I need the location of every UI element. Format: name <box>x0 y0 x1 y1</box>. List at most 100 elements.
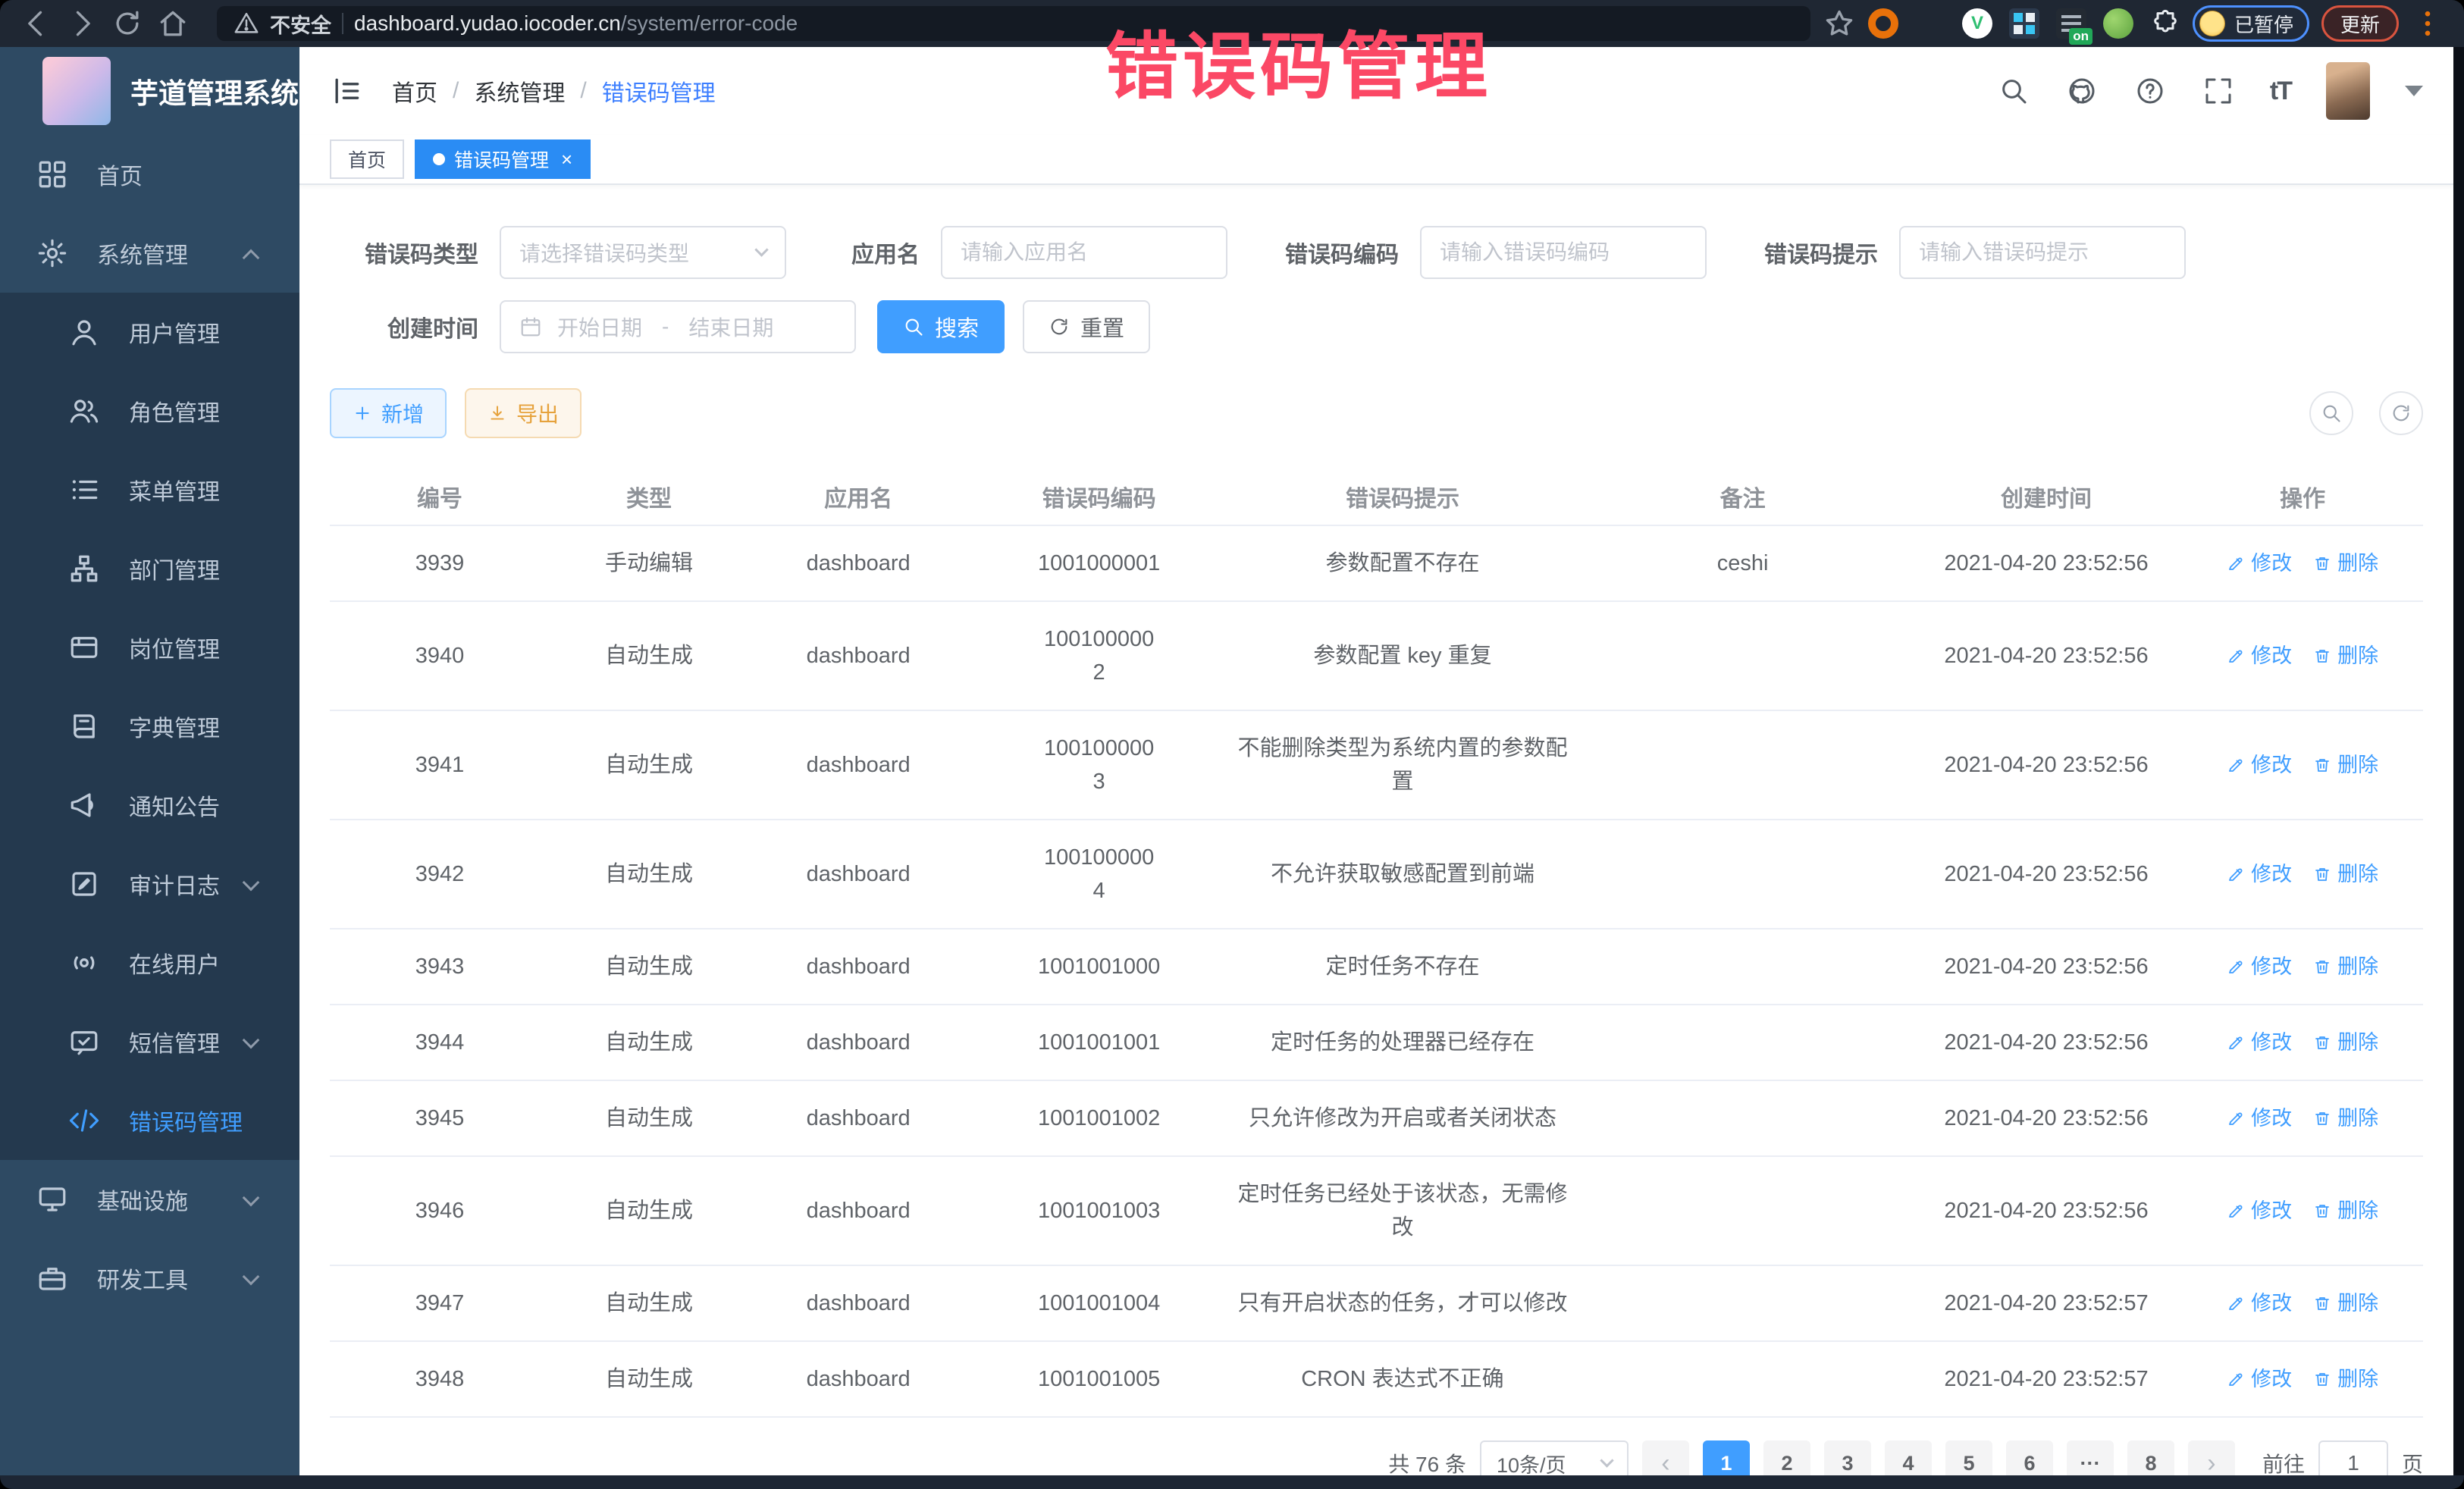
sidebar-item-infrastructure[interactable]: 基础设施 <box>0 1160 299 1239</box>
page-button-2[interactable]: 2 <box>1763 1440 1810 1475</box>
tab-close-icon[interactable]: × <box>561 149 572 169</box>
edit-link[interactable]: 修改 <box>2227 857 2292 891</box>
browser-menu-kebab-icon[interactable] <box>2411 7 2444 40</box>
delete-link[interactable]: 删除 <box>2313 639 2378 672</box>
browser-forward-icon[interactable] <box>65 7 99 40</box>
sidebar-item-audit-log[interactable]: 审计日志 <box>0 845 299 923</box>
edit-link[interactable]: 修改 <box>2227 547 2292 580</box>
sidebar-item-home[interactable]: 首页 <box>0 135 299 214</box>
cell-app-name: dashboard <box>748 1005 968 1080</box>
date-range-picker[interactable]: 开始日期 - 结束日期 <box>500 300 856 353</box>
delete-link[interactable]: 删除 <box>2313 1102 2378 1135</box>
edit-icon <box>2227 1202 2245 1220</box>
trash-icon <box>2313 756 2331 774</box>
tab-error-code[interactable]: 错误码管理 × <box>415 139 591 179</box>
help-icon[interactable] <box>2133 74 2167 108</box>
error-type-select[interactable]: 请选择错误码类型 <box>500 226 786 279</box>
edit-link[interactable]: 修改 <box>2227 639 2292 672</box>
browser-home-icon <box>156 7 190 40</box>
delete-link[interactable]: 删除 <box>2313 1194 2378 1227</box>
next-page-button[interactable]: › <box>2188 1440 2235 1475</box>
font-size-icon[interactable]: tT <box>2270 77 2291 106</box>
reset-button[interactable]: 重置 <box>1023 300 1150 353</box>
browser-home-icon[interactable] <box>156 7 190 40</box>
date-separator: - <box>662 315 669 339</box>
delete-link[interactable]: 删除 <box>2313 950 2378 983</box>
avatar-caret-icon[interactable] <box>2405 86 2423 96</box>
edit-link[interactable]: 修改 <box>2227 1194 2292 1227</box>
edit-link[interactable]: 修改 <box>2227 950 2292 983</box>
sidebar-item-user-management[interactable]: 用户管理 <box>0 293 299 371</box>
delete-link[interactable]: 删除 <box>2313 1026 2378 1059</box>
address-bar[interactable]: 不安全 dashboard.yudao.iocoder.cn/system/er… <box>217 6 1810 41</box>
main-area: 首页 / 系统管理 / 错误码管理 tT 首页 错误码管 <box>299 47 2453 1475</box>
delete-link[interactable]: 删除 <box>2313 748 2378 782</box>
goto-page-input[interactable] <box>2318 1440 2388 1475</box>
browser-profile-chip[interactable]: 已暂停 <box>2193 5 2309 42</box>
sidebar-logo-row[interactable]: 芋道管理系统 <box>0 47 299 135</box>
page-button-1[interactable]: 1 <box>1703 1440 1750 1475</box>
user-avatar[interactable] <box>2326 62 2370 120</box>
delete-link[interactable]: 删除 <box>2313 857 2378 891</box>
sidebar-item-system-management[interactable]: 系统管理 <box>0 214 299 293</box>
sms-icon <box>68 1026 100 1058</box>
github-icon[interactable] <box>2065 74 2099 108</box>
prev-page-button[interactable]: ‹ <box>1642 1440 1689 1475</box>
extension-list-icon[interactable]: on <box>2056 8 2086 39</box>
refresh-table-button[interactable] <box>2379 391 2423 435</box>
sidebar-item-online-users[interactable]: 在线用户 <box>0 923 299 1002</box>
page-ellipsis[interactable]: ··· <box>2067 1440 2114 1475</box>
page-button-3[interactable]: 3 <box>1824 1440 1871 1475</box>
sidebar-item-notice-announcement[interactable]: 通知公告 <box>0 766 299 845</box>
delete-link[interactable]: 删除 <box>2313 547 2378 580</box>
edit-link[interactable]: 修改 <box>2227 1102 2292 1135</box>
extension-vue-icon[interactable]: V <box>1962 8 1992 39</box>
browser-update-button[interactable]: 更新 <box>2321 5 2399 42</box>
cell-error-message: 只有开启状态的任务，才可以修改 <box>1230 1266 1575 1340</box>
extensions-puzzle-icon[interactable] <box>2150 8 2180 39</box>
sidebar-item-error-code-management[interactable]: 错误码管理 <box>0 1081 299 1160</box>
bookmark-star-icon[interactable] <box>1823 7 1856 40</box>
error-msg-input[interactable] <box>1899 226 2186 279</box>
extension-orange-icon[interactable] <box>1868 8 1898 39</box>
sidebar-item-post-management[interactable]: 岗位管理 <box>0 608 299 687</box>
tab-home[interactable]: 首页 <box>330 139 404 179</box>
sidebar-item-role-management[interactable]: 角色管理 <box>0 371 299 450</box>
extension-key-icon[interactable] <box>2103 8 2133 39</box>
help-icon <box>2135 76 2165 106</box>
edit-link[interactable]: 修改 <box>2227 1026 2292 1059</box>
extension-gem-icon[interactable] <box>1915 8 1945 39</box>
export-button[interactable]: 导出 <box>465 388 582 438</box>
sidebar-item-dev-tools[interactable]: 研发工具 <box>0 1239 299 1318</box>
sidebar-item-dept-management[interactable]: 部门管理 <box>0 529 299 608</box>
breadcrumb-system[interactable]: 系统管理 <box>474 74 565 108</box>
app-name-input[interactable] <box>941 226 1227 279</box>
page-button-6[interactable]: 6 <box>2006 1440 2053 1475</box>
add-button[interactable]: 新增 <box>330 388 447 438</box>
page-button-8[interactable]: 8 <box>2127 1440 2174 1475</box>
page-button-4[interactable]: 4 <box>1885 1440 1932 1475</box>
page-size-select[interactable]: 10条/页 <box>1480 1440 1629 1475</box>
edit-link[interactable]: 修改 <box>2227 1287 2292 1320</box>
breadcrumb-home[interactable]: 首页 <box>392 74 437 108</box>
browser-reload-icon[interactable] <box>111 7 144 40</box>
edit-link[interactable]: 修改 <box>2227 748 2292 782</box>
page-button-5[interactable]: 5 <box>1945 1440 1992 1475</box>
error-code-input[interactable] <box>1420 226 1707 279</box>
sidebar-item-sms-management[interactable]: 短信管理 <box>0 1002 299 1081</box>
edit-link[interactable]: 修改 <box>2227 1362 2292 1396</box>
toggle-search-button[interactable] <box>2309 391 2353 435</box>
sidebar-item-menu-management[interactable]: 菜单管理 <box>0 450 299 529</box>
delete-link[interactable]: 删除 <box>2313 1287 2378 1320</box>
fullscreen-icon[interactable] <box>2202 74 2235 108</box>
search-icon <box>1998 76 2029 106</box>
search-icon[interactable] <box>1997 74 2030 108</box>
delete-link[interactable]: 删除 <box>2313 1362 2378 1396</box>
cell-error-code: 1001001002 <box>968 1081 1230 1155</box>
not-secure-label: 不安全 <box>270 9 331 39</box>
extension-grid-icon[interactable] <box>2009 8 2039 39</box>
browser-back-icon[interactable] <box>20 7 53 40</box>
sidebar-item-dict-management[interactable]: 字典管理 <box>0 687 299 766</box>
collapse-sidebar-icon[interactable] <box>330 74 363 108</box>
search-button[interactable]: 搜索 <box>877 300 1005 353</box>
